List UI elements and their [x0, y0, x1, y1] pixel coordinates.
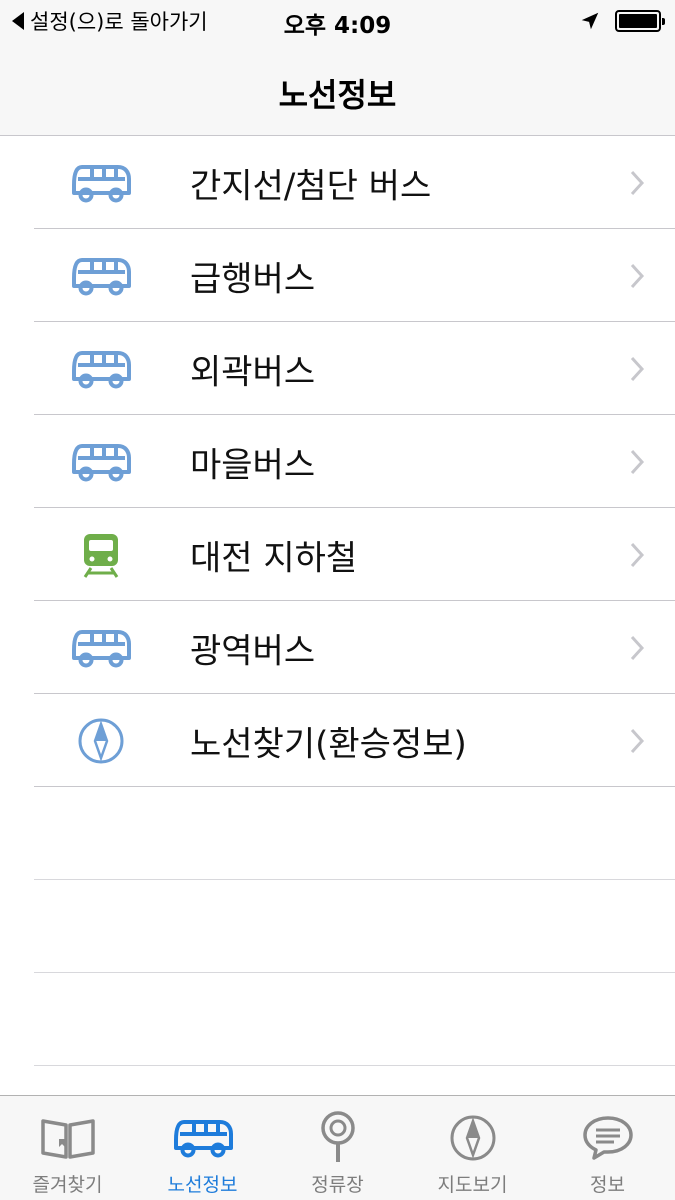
list-item[interactable]: 광역버스 [0, 601, 675, 694]
empty-row [0, 880, 675, 973]
empty-row [0, 973, 675, 1066]
tab-label: 노선정보 [167, 1174, 238, 1196]
speech-bubble-icon [573, 1110, 643, 1166]
location-arrow-icon [581, 12, 599, 30]
tab-label: 지도보기 [437, 1174, 508, 1196]
bus-icon [66, 624, 136, 672]
compass-icon [66, 717, 136, 765]
battery-icon [615, 10, 665, 32]
chevron-right-icon [630, 449, 645, 474]
list-item-label: 광역버스 [190, 631, 316, 671]
chevron-right-icon [630, 635, 645, 660]
tab-bus-stop[interactable]: 정류장 [270, 1096, 405, 1200]
tab-route-info[interactable]: 노선정보 [135, 1096, 270, 1200]
chevron-right-icon [630, 263, 645, 288]
route-category-list: 간지선/첨단 버스 급행버스 외곽버스 마을버스 대전 지하철 광역버스 노선찾… [0, 136, 675, 1066]
list-item-label: 대전 지하철 [190, 538, 358, 578]
list-item[interactable]: 대전 지하철 [0, 508, 675, 601]
tab-label: 정류장 [311, 1174, 364, 1196]
empty-row [0, 787, 675, 880]
subway-train-icon [66, 531, 136, 579]
open-book-icon [33, 1110, 103, 1166]
tab-map[interactable]: 지도보기 [405, 1096, 540, 1200]
compass-icon [438, 1110, 508, 1166]
list-item[interactable]: 급행버스 [0, 229, 675, 322]
list-item-label: 노선찾기(환승정보) [190, 724, 467, 764]
bus-icon [168, 1110, 238, 1166]
chevron-right-icon [630, 356, 645, 381]
list-item[interactable]: 간지선/첨단 버스 [0, 136, 675, 229]
chevron-right-icon [630, 728, 645, 753]
chevron-right-icon [630, 170, 645, 195]
status-bar: 설정(으)로 돌아가기 오후 4:09 [0, 0, 675, 44]
bus-stop-icon [303, 1110, 373, 1166]
bus-icon [66, 159, 136, 207]
bus-icon [66, 438, 136, 486]
list-item[interactable]: 외곽버스 [0, 322, 675, 415]
list-item-label: 외곽버스 [190, 352, 316, 392]
navigation-bar: 노선정보 [0, 44, 675, 136]
battery-fill [619, 14, 657, 28]
tab-label: 즐겨찾기 [32, 1174, 103, 1196]
tab-favorites[interactable]: 즐겨찾기 [0, 1096, 135, 1200]
list-item[interactable]: 노선찾기(환승정보) [0, 694, 675, 787]
list-item[interactable]: 마을버스 [0, 415, 675, 508]
chevron-right-icon [630, 542, 645, 567]
tab-label: 정보 [590, 1174, 625, 1196]
list-item-label: 간지선/첨단 버스 [190, 166, 432, 206]
list-item-label: 마을버스 [190, 445, 316, 485]
list-item-label: 급행버스 [190, 259, 316, 299]
status-indicators [579, 10, 665, 32]
tab-info[interactable]: 정보 [540, 1096, 675, 1200]
tab-bar: 즐겨찾기 노선정보 정류장 지도보기 정보 [0, 1095, 675, 1200]
page-title: 노선정보 [278, 76, 397, 114]
bus-icon [66, 252, 136, 300]
status-time: 오후 4:09 [283, 13, 392, 39]
bus-icon [66, 345, 136, 393]
